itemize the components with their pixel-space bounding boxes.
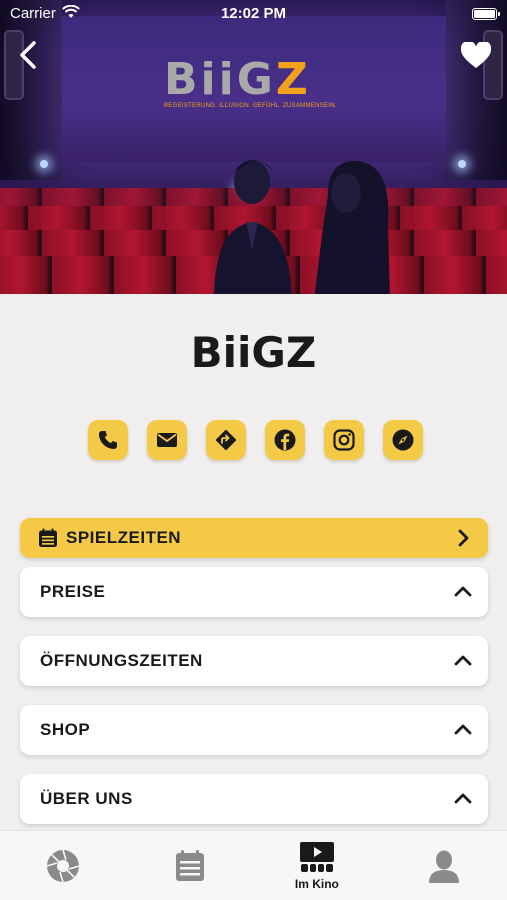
tab-im-kino[interactable]: Im Kino: [254, 831, 381, 900]
phone-icon: [99, 431, 117, 449]
website-button[interactable]: [383, 420, 423, 460]
tab-bar: Im Kino: [0, 830, 507, 900]
status-time: 12:02 PM: [220, 5, 287, 22]
hero-logo: BiiGZ: [164, 54, 311, 105]
tab-home[interactable]: [0, 831, 127, 900]
cinema-play-icon: [299, 841, 334, 872]
tab-profile[interactable]: [380, 831, 507, 900]
ueber-uns-section[interactable]: ÜBER UNS: [20, 774, 488, 824]
mail-icon: [157, 433, 177, 447]
facebook-button[interactable]: [265, 420, 305, 460]
facebook-icon: [274, 429, 296, 451]
shutter-icon: [47, 849, 80, 882]
profile-icon: [428, 850, 459, 883]
battery-icon: [472, 8, 500, 20]
favorite-button[interactable]: [460, 40, 492, 70]
compass-icon: [392, 429, 414, 451]
preise-section[interactable]: PREISE: [20, 567, 488, 617]
instagram-icon: [333, 429, 355, 451]
shop-section[interactable]: SHOP: [20, 705, 488, 755]
page-title: BiiGZ: [190, 328, 317, 377]
chevron-up-icon: [454, 793, 472, 804]
chevron-up-icon: [454, 655, 472, 666]
oeffnungszeiten-section[interactable]: ÖFFNUNGSZEITEN: [20, 636, 488, 686]
tab-im-kino-label: Im Kino: [294, 876, 339, 891]
calendar-list-icon: [176, 849, 205, 881]
couple-illustration: [200, 150, 300, 294]
chevron-right-icon: [458, 529, 469, 547]
hero-image: BiiGZ BEGEISTERUNG. ILLUSION. GEFÜHL. ZU…: [0, 0, 507, 294]
ueber-uns-label: ÜBER UNS: [40, 789, 133, 808]
tab-schedule[interactable]: [127, 831, 254, 900]
chevron-up-icon: [454, 724, 472, 735]
shop-label: SHOP: [40, 720, 91, 739]
mail-button[interactable]: [147, 420, 187, 460]
heart-icon: [460, 40, 492, 68]
contact-actions: [88, 420, 423, 460]
instagram-button[interactable]: [324, 420, 364, 460]
chevron-up-icon: [454, 586, 472, 597]
calendar-list-icon: [39, 528, 57, 547]
status-bar: Carrier 12:02 PM: [0, 0, 507, 28]
spielzeiten-label: SPIELZEITEN: [66, 528, 182, 547]
hero-tagline: BEGEISTERUNG. ILLUSION. GEFÜHL. ZUSAMMEN…: [164, 103, 337, 109]
preise-label: PREISE: [40, 582, 106, 601]
oeffnungszeiten-label: ÖFFNUNGSZEITEN: [40, 651, 203, 670]
spielzeiten-button[interactable]: SPIELZEITEN: [20, 518, 488, 558]
directions-button[interactable]: [206, 420, 246, 460]
back-button[interactable]: [14, 38, 44, 72]
directions-icon: [215, 429, 237, 451]
phone-button[interactable]: [88, 420, 128, 460]
